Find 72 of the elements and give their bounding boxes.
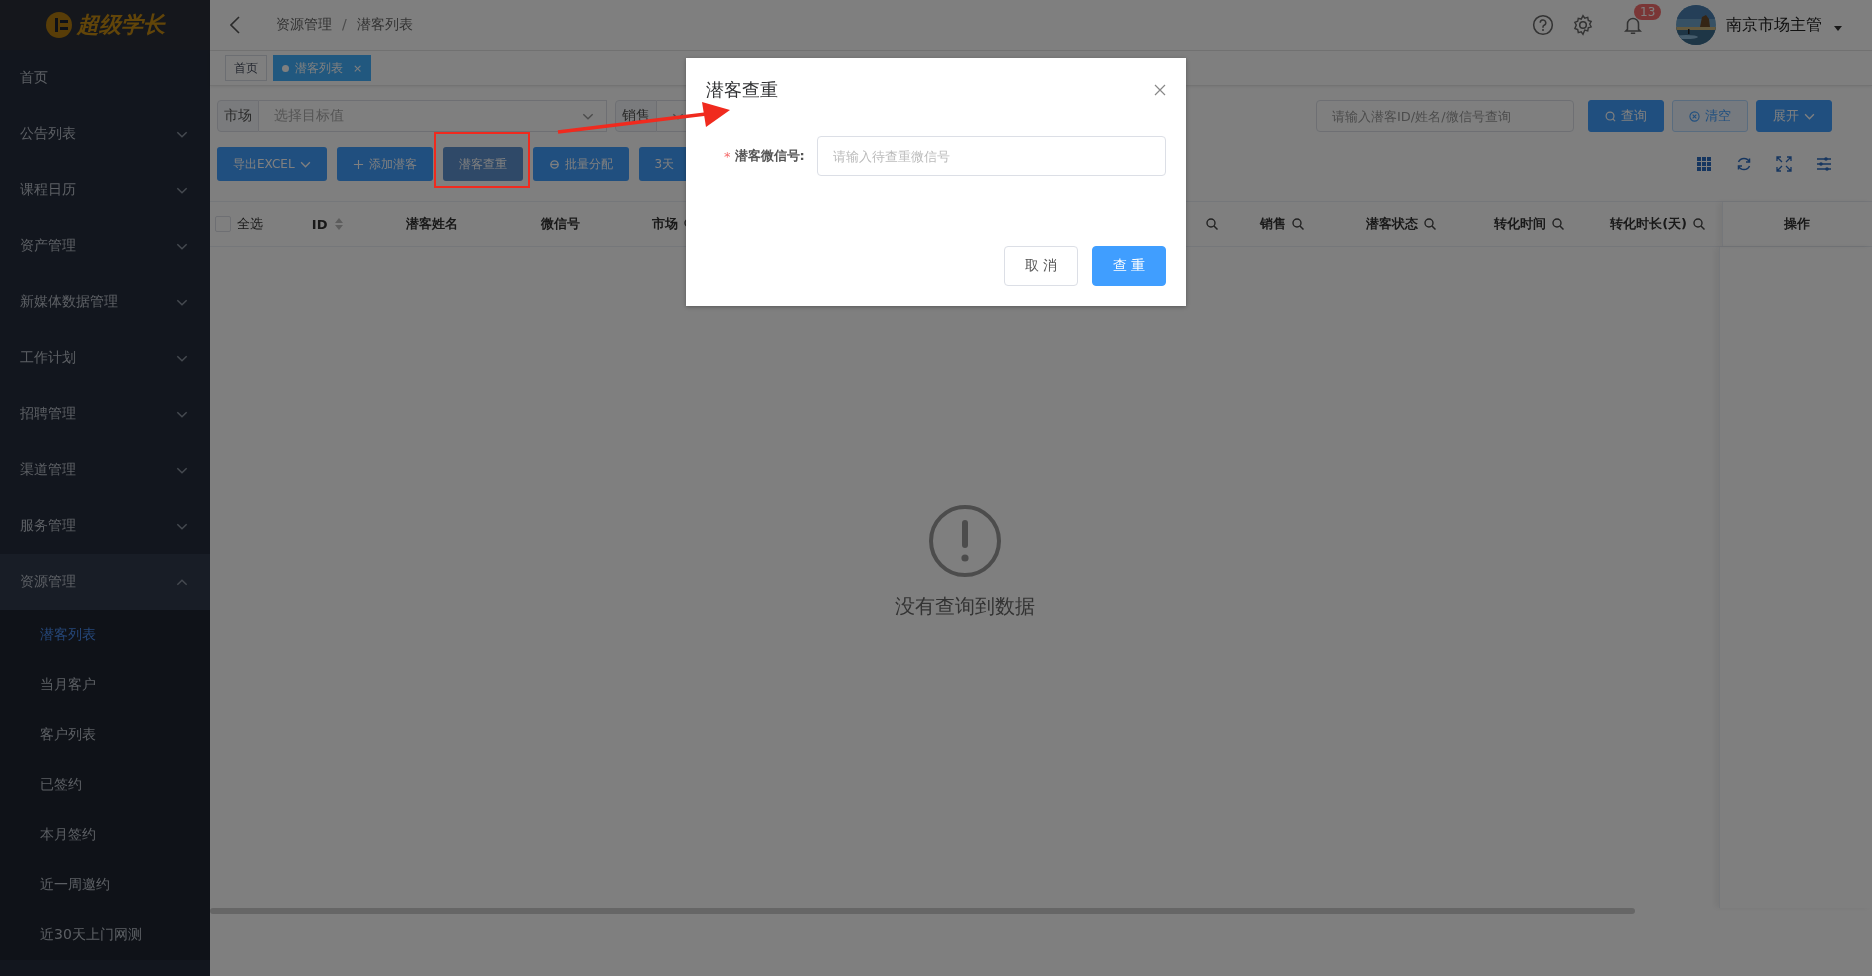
scrollbar[interactable]	[210, 908, 1635, 914]
settings-icon[interactable]	[1572, 14, 1594, 36]
column-header: 销售	[1260, 215, 1287, 233]
sidebar-item[interactable]: 首页	[0, 50, 210, 106]
submenu-item[interactable]: 潜客列表	[0, 610, 210, 660]
column-settings-icon[interactable]	[1816, 156, 1832, 172]
dot-icon	[282, 64, 289, 72]
dialog-button[interactable]: 查 重	[1092, 246, 1166, 286]
plus-icon	[352, 158, 364, 170]
dialog-button[interactable]: 取 消	[1004, 246, 1078, 286]
submenu-item[interactable]: 当月客户	[0, 660, 210, 710]
filter-label: 市场	[217, 100, 259, 132]
search-icon[interactable]	[1693, 218, 1705, 230]
sidebar-item[interactable]: 公告列表	[0, 106, 210, 162]
notification-badge: 13	[1634, 4, 1662, 20]
chevron-icon	[582, 112, 594, 120]
search-icon[interactable]	[1423, 218, 1436, 230]
page-tab[interactable]: 首页	[225, 55, 267, 81]
breadcrumb-item[interactable]: 资源管理	[276, 16, 332, 34]
search-icon[interactable]	[1552, 218, 1565, 230]
toolbar-button[interactable]: 批量分配	[532, 147, 629, 181]
page-tab[interactable]: 潜客列表 ×	[273, 55, 372, 81]
sidebar-item[interactable]: 课程日历	[0, 162, 210, 218]
breadcrumb-item[interactable]: 潜客列表	[356, 16, 413, 34]
required-mark: *	[724, 148, 731, 164]
dialog-title: 潜客查重	[706, 78, 778, 102]
grid-icon[interactable]	[1696, 156, 1712, 172]
sidebar-item[interactable]: 资产管理	[0, 218, 210, 274]
help-icon[interactable]	[1532, 14, 1554, 36]
toolbar-button[interactable]: 导出EXCEL	[217, 147, 327, 181]
empty-message: 没有查询到数据	[894, 593, 1035, 620]
sidebar-item[interactable]: 渠道管理	[0, 442, 210, 498]
search-bar-button[interactable]: 清空	[1672, 100, 1748, 132]
column-header: ID	[311, 216, 328, 232]
warning-icon	[928, 505, 1001, 577]
tab-close-icon[interactable]: ×	[353, 61, 363, 75]
back-icon[interactable]	[230, 16, 240, 34]
user-name[interactable]: 南京市场主管	[1726, 14, 1822, 36]
submenu-item[interactable]: 本月签约	[0, 810, 210, 860]
column-header: 操作	[1784, 215, 1811, 233]
refresh-icon[interactable]	[1736, 156, 1752, 172]
column-header: 转化时间	[1494, 215, 1547, 233]
assign-icon	[548, 158, 560, 170]
submenu-item[interactable]: 已签约	[0, 760, 210, 810]
column-header: 潜客姓名	[406, 215, 459, 233]
logo-icon	[45, 11, 73, 39]
sidebar-item[interactable]: 新媒体数据管理	[0, 274, 210, 330]
column-header: 市场	[652, 215, 679, 233]
sidebar-item[interactable]: 工作计划	[0, 330, 210, 386]
column-header: 潜客状态	[1365, 215, 1418, 233]
search-icon	[1605, 110, 1616, 122]
toolbar-button[interactable]: 添加潜客	[336, 147, 433, 181]
toolbar-button[interactable]: 潜客查重	[442, 147, 523, 181]
search-icon[interactable]	[1205, 218, 1218, 230]
close-icon[interactable]	[1154, 84, 1166, 96]
logo-text: 超级学长	[77, 11, 165, 39]
sidebar-item[interactable]: 服务管理	[0, 498, 210, 554]
wechat-input-field[interactable]: 请输入待查重微信号	[816, 136, 1166, 176]
submenu-item[interactable]: 客户列表	[0, 710, 210, 760]
breadcrumb-separator: /	[342, 16, 347, 34]
column-header: 转化时长(天)	[1610, 215, 1687, 233]
fullscreen-icon[interactable]	[1776, 156, 1792, 172]
sidebar-item[interactable]: 招聘管理	[0, 386, 210, 442]
caret-icon[interactable]	[1834, 25, 1842, 31]
select-all-label: 全选	[237, 215, 263, 233]
search-icon[interactable]	[1292, 218, 1305, 230]
column-header: 微信号	[541, 215, 581, 233]
search-bar-button[interactable]: 查询	[1588, 100, 1664, 132]
field-label: 潜客微信号:	[734, 147, 805, 165]
submenu-item[interactable]: 近一周邀约	[0, 860, 210, 910]
clear-icon	[1689, 110, 1700, 122]
search-bar-button[interactable]: 展开	[1756, 100, 1832, 132]
